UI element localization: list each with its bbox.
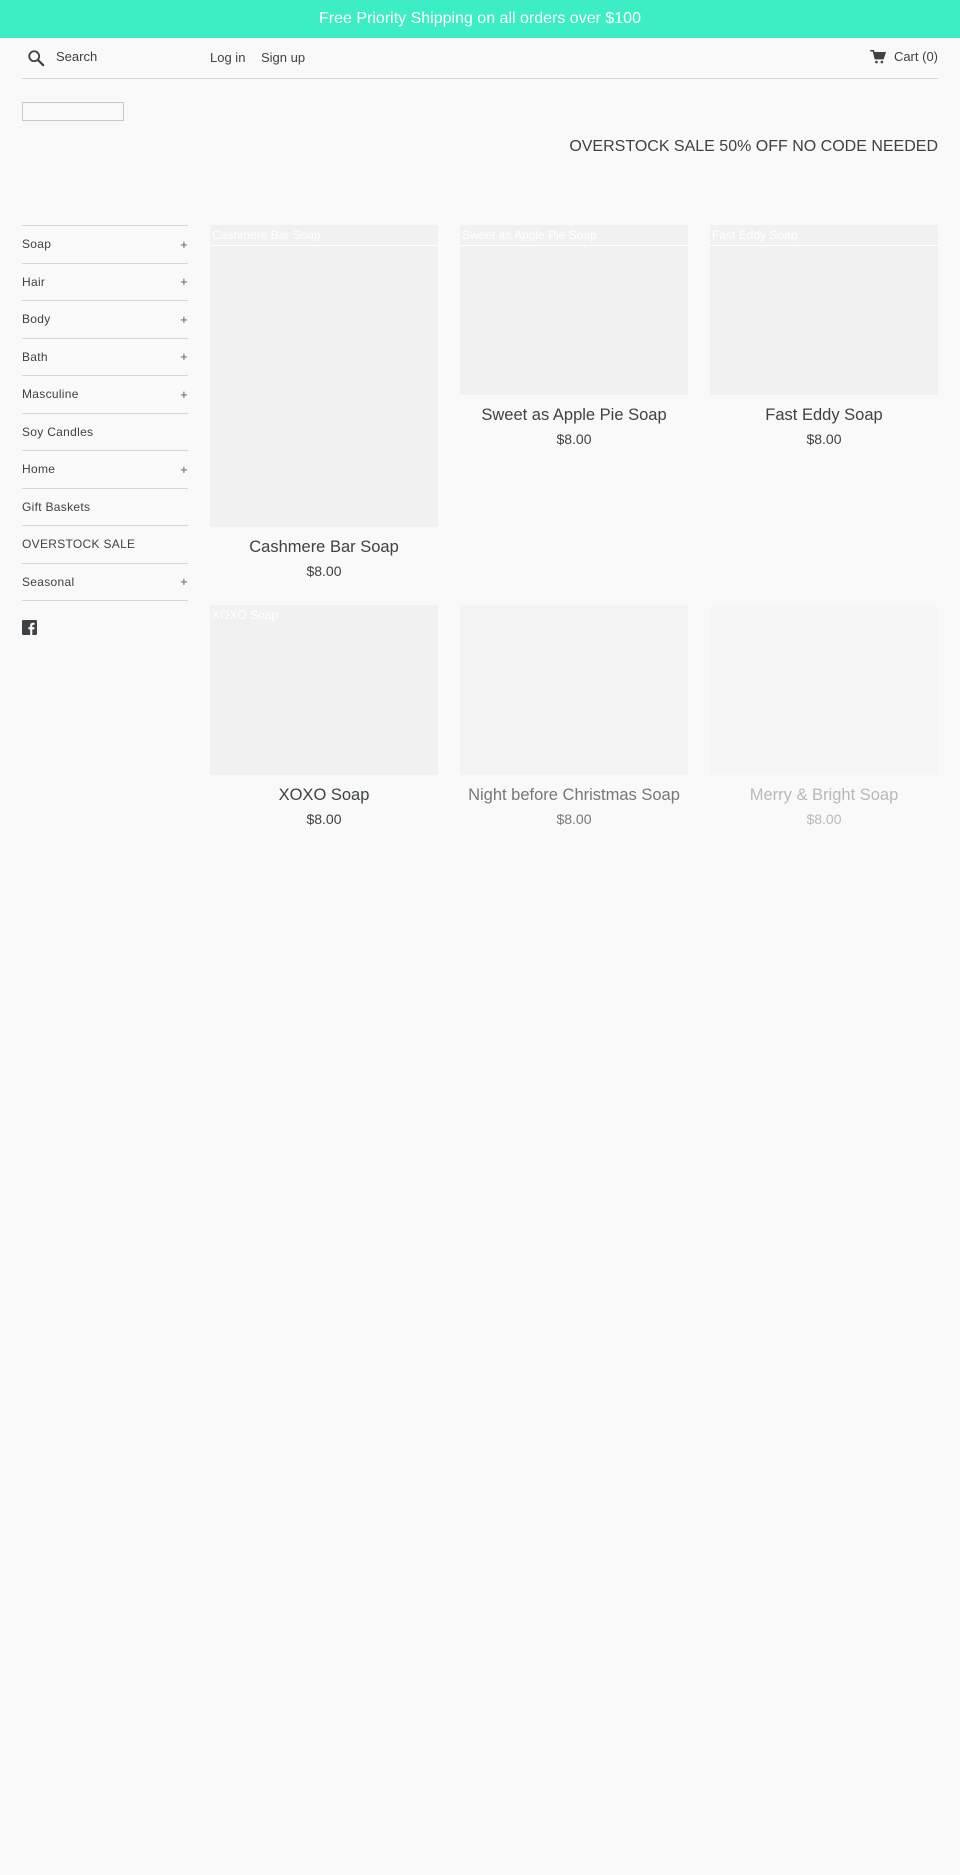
sidebar-item-overstock-sale[interactable]: OVERSTOCK SALE [22,526,188,564]
sidebar-nav: Soap + Hair + Body + Bath + Masculine + Soy C… [22,225,188,601]
expand-icon[interactable]: + [180,274,188,289]
sidebar-item-label: Bath [22,349,48,364]
product-image[interactable]: XOXO Soap [210,605,438,775]
sidebar-item-masculine[interactable]: Masculine + [22,376,188,414]
promo-heading: OVERSTOCK SALE 50% OFF NO CODE NEEDED [569,138,938,155]
expand-icon[interactable]: + [180,462,188,477]
sidebar-item-hair[interactable]: Hair + [22,264,188,301]
product-title[interactable]: Sweet as Apple Pie Soap [460,406,688,425]
product-image[interactable]: Cashmere Bar Soap [210,225,438,527]
product-card[interactable]: Fast Eddy Soap Fast Eddy Soap $8.00 [710,225,938,447]
product-price: $8.00 [806,811,842,827]
announcement-text: Free Priority Shipping on all orders ove… [319,10,641,27]
logo-placeholder[interactable] [22,102,124,121]
product-image-alt: Fast Eddy Soap [712,228,798,242]
image-divider [710,245,938,246]
cart-label: Cart (0) [893,49,938,64]
product-image[interactable]: Fast Eddy Soap [710,225,938,395]
product-price: $8.00 [306,811,342,827]
product-title[interactable]: Merry & Bright Soap [710,786,938,805]
sidebar-item-gift-baskets[interactable]: Gift Baskets [22,489,188,526]
login-link[interactable]: Log in [210,50,245,65]
expand-icon[interactable]: + [180,312,188,327]
product-title[interactable]: Fast Eddy Soap [710,406,938,425]
expand-icon[interactable]: + [180,387,188,402]
sidebar-item-label: Seasonal [22,574,75,589]
product-image-alt: Cashmere Bar Soap [212,228,321,242]
product-title[interactable]: Cashmere Bar Soap [210,538,438,557]
search-icon[interactable] [27,49,45,67]
product-card[interactable]: XOXO Soap XOXO Soap $8.00 [210,605,438,827]
site-header: Log in Sign up Cart (0) [22,38,938,79]
signup-link[interactable]: Sign up [261,50,305,65]
product-card[interactable]: Cashmere Bar Soap Cashmere Bar Soap $8.0… [210,225,438,579]
sidebar-item-label: Masculine [22,387,79,402]
product-card[interactable]: Sweet as Apple Pie Soap Sweet as Apple P… [460,225,688,447]
product-image[interactable] [460,605,688,775]
sidebar-item-label: Gift Baskets [22,499,91,514]
sidebar-item-label: Soap [22,237,52,252]
sidebar-item-bath[interactable]: Bath + [22,339,188,376]
product-title[interactable]: Night before Christmas Soap [460,786,688,805]
product-title[interactable]: XOXO Soap [210,786,438,805]
sidebar-item-soap[interactable]: Soap + [22,226,188,264]
cart-icon [870,49,886,63]
sidebar-item-soy-candles[interactable]: Soy Candles [22,414,188,451]
sidebar-item-label: OVERSTOCK SALE [22,537,136,552]
product-price: $8.00 [806,431,842,447]
cart-link[interactable]: Cart (0) [870,49,938,64]
sidebar-item-home[interactable]: Home + [22,451,188,489]
image-divider [210,245,438,246]
expand-icon[interactable]: + [180,349,188,364]
sidebar-item-label: Hair [22,274,46,289]
search-input[interactable] [56,46,206,66]
product-image[interactable]: Sweet as Apple Pie Soap [460,225,688,395]
product-price: $8.00 [556,431,592,447]
sidebar-item-label: Soy Candles [22,424,94,439]
product-card[interactable]: Night before Christmas Soap $8.00 [460,605,688,827]
sidebar-item-body[interactable]: Body + [22,301,188,339]
facebook-icon[interactable] [22,620,37,635]
image-divider [460,245,688,246]
product-image-alt: XOXO Soap [212,608,279,622]
product-image-alt: Sweet as Apple Pie Soap [462,228,597,242]
sidebar-item-seasonal[interactable]: Seasonal + [22,564,188,601]
announcement-bar: Free Priority Shipping on all orders ove… [0,0,960,38]
sidebar-item-label: Body [22,312,51,327]
product-card[interactable]: Merry & Bright Soap $8.00 [710,605,938,827]
sidebar-item-label: Home [22,462,56,477]
expand-icon[interactable]: + [180,237,188,252]
product-price: $8.00 [556,811,592,827]
expand-icon[interactable]: + [180,574,188,589]
product-price: $8.00 [306,563,342,579]
product-image[interactable] [710,605,938,775]
